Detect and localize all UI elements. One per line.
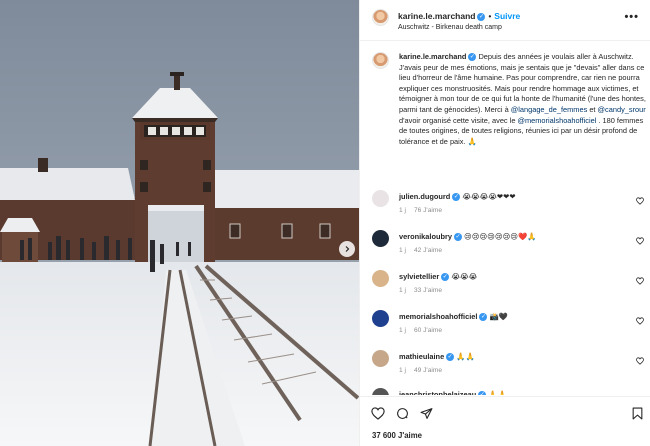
comment-body: jeanchristophelaizeau✓ 🙏🙏1 j (399, 390, 629, 395)
comment-time: 1 j (399, 207, 406, 215)
comment-time: 1 j (399, 367, 406, 375)
follow-button[interactable]: Suivre (494, 11, 520, 21)
heart-icon[interactable] (636, 237, 644, 245)
post-photo[interactable] (0, 0, 359, 446)
comment-likes[interactable]: 76 J'aime (414, 207, 442, 214)
verified-icon: ✓ (441, 273, 450, 282)
heart-icon[interactable] (636, 277, 644, 285)
avatar[interactable] (372, 230, 389, 247)
verified-icon: ✓ (477, 12, 486, 21)
mention-link[interactable]: @langage_de_femmes (511, 105, 588, 114)
verified-icon: ✓ (479, 313, 488, 322)
comment-text: 😭😭😭 (451, 272, 478, 281)
caption-username[interactable]: karine.le.marchand (399, 52, 466, 61)
comment-username[interactable]: memorialshoahofficiel (399, 312, 477, 321)
comment-username[interactable]: mathieulaine (399, 352, 444, 361)
bookmark-icon[interactable] (632, 407, 643, 420)
caption-text: karine.le.marchand ✓ Depuis des années je… (399, 52, 646, 147)
more-options-icon[interactable]: ••• (624, 11, 639, 23)
caption-part: d'avoir organisé cette visite, avec le (399, 115, 518, 125)
avatar[interactable] (372, 9, 389, 26)
comment-body: veronikaloubry ✓ 😢😢😢😢😢😢😢❤️🙏 1 j 42 J'aime (399, 232, 629, 254)
comment-likes[interactable]: 42 J'aime (414, 247, 442, 254)
auschwitz-gate-image (0, 0, 359, 446)
comment-body: memorialshoahofficiel ✓ 📸🖤 1 j 60 J'aime (399, 312, 629, 334)
chevron-right-icon (345, 246, 350, 252)
comment-text: 📸🖤 (489, 312, 508, 321)
comment-text: 😢😢😢😢😢😢😢❤️🙏 (464, 232, 537, 241)
post-caption: karine.le.marchand ✓ Depuis des années je… (372, 52, 646, 147)
next-photo-button[interactable] (339, 241, 355, 257)
comment-line: sylvietellier ✓ 😭😭😭 (399, 272, 629, 282)
comment-likes[interactable]: 49 J'aime (414, 367, 442, 374)
comment-likes[interactable]: 33 J'aime (414, 287, 442, 294)
comment-item: sylvietellier ✓ 😭😭😭 1 j 33 J'aime (372, 270, 646, 310)
comments-scroll[interactable]: karine.le.marchand ✓ Depuis des années je… (360, 42, 650, 395)
mention-link[interactable]: @candy_srour (598, 105, 646, 114)
post-username[interactable]: karine.le.marchand (398, 11, 475, 21)
header-user-line: karine.le.marchand ✓ • Suivre (398, 11, 520, 21)
comment-item: julien.dugourd ✓ 😭😭😭😭❤❤❤ 1 j 76 J'aime (372, 190, 646, 230)
comment-body: julien.dugourd ✓ 😭😭😭😭❤❤❤ 1 j 76 J'aime (399, 192, 629, 214)
comment-username[interactable]: veronikaloubry (399, 232, 452, 241)
comment-username[interactable]: julien.dugourd (399, 192, 450, 201)
comment-time: 1 j (399, 287, 406, 295)
comment-meta: 1 j 76 J'aime (399, 207, 629, 214)
likes-count[interactable]: 37 600 J'aime (372, 431, 422, 440)
comment-meta: 1 j 33 J'aime (399, 287, 629, 294)
avatar[interactable] (372, 350, 389, 367)
heart-icon[interactable] (636, 357, 644, 365)
comment-text: 🙏🙏 (488, 390, 507, 395)
comment-meta: 1 j 60 J'aime (399, 327, 629, 334)
paper-plane-icon[interactable] (420, 407, 433, 420)
comment-username[interactable]: jeanchristophelaizeau (399, 390, 476, 395)
comment-time: 1 j (399, 247, 406, 255)
separator-dot: • (488, 12, 492, 21)
comment-line: veronikaloubry ✓ 😢😢😢😢😢😢😢❤️🙏 (399, 232, 629, 242)
avatar[interactable] (372, 270, 389, 287)
verified-icon: ✓ (446, 353, 455, 362)
comment-meta: 1 j 49 J'aime (399, 367, 629, 374)
comment-meta: 1 j 42 J'aime (399, 247, 629, 254)
verified-icon: ✓ (453, 233, 462, 242)
avatar[interactable] (372, 310, 389, 327)
comment-item: veronikaloubry ✓ 😢😢😢😢😢😢😢❤️🙏 1 j 42 J'aime (372, 230, 646, 270)
comment-time: 1 j (399, 327, 406, 335)
verified-icon: ✓ (468, 53, 477, 62)
comment-body: mathieulaine ✓ 🙏🙏 1 j 49 J'aime (399, 352, 629, 374)
avatar[interactable] (372, 388, 389, 395)
comment-line: julien.dugourd ✓ 😭😭😭😭❤❤❤ (399, 192, 629, 202)
post-panel: karine.le.marchand ✓ • Suivre Auschwitz - B… (359, 0, 650, 446)
comment-text: 😭😭😭😭❤❤❤ (462, 192, 516, 201)
verified-icon: ✓ (478, 391, 487, 395)
comment-item: mathieulaine ✓ 🙏🙏 1 j 49 J'aime (372, 350, 646, 390)
post-location[interactable]: Auschwitz - Birkenau death camp (398, 24, 502, 31)
post-header: karine.le.marchand ✓ • Suivre Auschwitz - B… (360, 0, 650, 41)
caption-part: et (587, 104, 598, 114)
heart-icon[interactable] (371, 407, 385, 420)
comment-text: 🙏🙏 (456, 352, 475, 361)
comment-item: jeanchristophelaizeau✓ 🙏🙏1 j (372, 388, 646, 395)
verified-icon: ✓ (452, 193, 461, 202)
heart-icon[interactable] (636, 317, 644, 325)
comment-body: sylvietellier ✓ 😭😭😭 1 j 33 J'aime (399, 272, 629, 294)
heart-icon[interactable] (636, 197, 644, 205)
comment-likes[interactable]: 60 J'aime (414, 327, 442, 334)
avatar[interactable] (372, 52, 389, 69)
comment-line: mathieulaine ✓ 🙏🙏 (399, 352, 629, 362)
comment-icon[interactable] (396, 407, 409, 420)
comment-item: memorialshoahofficiel ✓ 📸🖤 1 j 60 J'aime (372, 310, 646, 350)
comment-line: jeanchristophelaizeau✓ 🙏🙏 (399, 390, 629, 395)
mention-link[interactable]: @memorialshoahofficiel (518, 116, 597, 125)
comment-username[interactable]: sylvietellier (399, 272, 439, 281)
avatar[interactable] (372, 190, 389, 207)
comment-line: memorialshoahofficiel ✓ 📸🖤 (399, 312, 629, 322)
action-bar: 37 600 J'aime (360, 396, 650, 446)
